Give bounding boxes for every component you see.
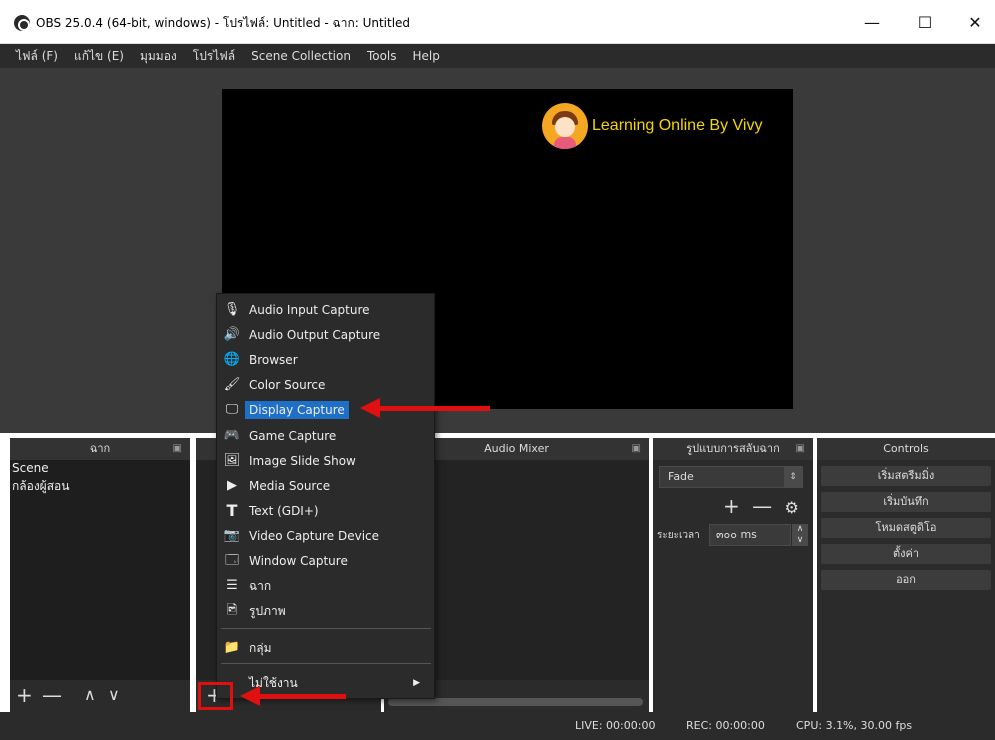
- minimize-button[interactable]: —: [852, 8, 892, 38]
- window-title: OBS 25.0.4 (64-bit, windows) - โปรไฟล์: …: [36, 16, 411, 30]
- move-down-icon[interactable]: ∨: [108, 684, 120, 706]
- menu-item-scene[interactable]: ☰ ฉาก: [217, 574, 434, 598]
- menu-item-text[interactable]: T Text (GDI+): [217, 499, 434, 523]
- settings-button[interactable]: ตั้งค่า: [821, 544, 991, 564]
- remove-scene-icon[interactable]: —: [42, 684, 62, 706]
- float-icon[interactable]: ▣: [632, 438, 641, 460]
- exit-button[interactable]: ออก: [821, 570, 991, 590]
- annotation-box-add-source: [198, 682, 233, 710]
- speaker-icon: 🔊: [223, 327, 241, 342]
- slideshow-icon: 🖼: [223, 453, 241, 468]
- list-icon: ☰: [226, 578, 238, 593]
- menu-separator: [221, 628, 431, 629]
- menu-item-audio-output-capture[interactable]: 🔊 Audio Output Capture: [217, 323, 434, 347]
- controls-body: เริ่มสตรีมมิ่ง เริ่มบันทึก โหมดสตูดิโอ ต…: [817, 460, 995, 712]
- microphone-icon: 🎙: [223, 302, 241, 317]
- scene-item[interactable]: กล้องผู้สอน: [10, 476, 190, 497]
- menu-item-image-slide-show[interactable]: 🖼 Image Slide Show: [217, 449, 434, 473]
- submenu-arrow-icon: ▶: [413, 678, 420, 688]
- window-icon: 🗔: [224, 553, 240, 568]
- move-up-icon[interactable]: ∧: [84, 684, 96, 706]
- overlay-banner: Learning Online By Vivy: [542, 103, 762, 149]
- chevron-updown-icon: ⇕: [784, 467, 802, 487]
- menu-file[interactable]: ไฟล์ (F): [0, 44, 66, 68]
- menu-item-color-source[interactable]: 🖌 Color Source: [217, 373, 434, 397]
- menu-item-media-source[interactable]: ▶ Media Source: [217, 474, 434, 498]
- cpu-status: CPU: 3.1%, 30.00 fps: [796, 719, 913, 732]
- transitions-header: รูปแบบการสลับฉาก ▣: [653, 438, 813, 460]
- image-icon: 🖻: [226, 603, 238, 618]
- duration-stepper-icon[interactable]: ∧ ∨: [792, 524, 808, 546]
- duration-value: ๓๐๐ ms: [716, 528, 757, 541]
- menu-item-game-capture[interactable]: 🎮 Game Capture: [217, 424, 434, 448]
- avatar-image: [542, 103, 588, 149]
- transitions-title: รูปแบบการสลับฉาก: [686, 442, 780, 455]
- start-recording-button[interactable]: เริ่มบันทึก: [821, 492, 991, 512]
- studio-mode-button[interactable]: โหมดสตูดิโอ: [821, 518, 991, 538]
- rec-status: REC: 00:00:00: [686, 719, 765, 732]
- scenes-dock-header: ฉาก ▣: [10, 438, 190, 460]
- preview-area: Learning Online By Vivy: [0, 68, 995, 433]
- obs-app-icon: [14, 15, 30, 31]
- scenes-toolbar: + — ∧ ∨: [10, 680, 190, 712]
- transitions-dock: รูปแบบการสลับฉาก ▣ Fade ⇕ + — ⚙ ระยะเวลา…: [653, 438, 813, 712]
- mixer-scrollbar[interactable]: [388, 698, 643, 706]
- add-source-menu: 🎙 Audio Input Capture 🔊 Audio Output Cap…: [216, 293, 435, 699]
- remove-transition-icon[interactable]: —: [752, 494, 772, 518]
- menu-profile[interactable]: โปรไฟล์: [185, 44, 243, 68]
- menu-scene-collection[interactable]: Scene Collection: [243, 44, 359, 68]
- controls-header: Controls: [817, 438, 995, 460]
- gamepad-icon: 🎮: [223, 428, 241, 443]
- title-bar: OBS 25.0.4 (64-bit, windows) - โปรไฟล์: …: [0, 0, 995, 44]
- add-transition-icon[interactable]: +: [723, 494, 740, 518]
- duration-label: ระยะเวลา: [657, 530, 700, 541]
- menu-help[interactable]: Help: [405, 44, 448, 68]
- overlay-text: Learning Online By Vivy: [592, 117, 763, 134]
- annotation-arrow-display-capture: [360, 398, 490, 418]
- brush-icon: 🖌: [223, 377, 241, 392]
- transition-select-value: Fade: [668, 470, 694, 483]
- maximize-button[interactable]: ☐: [905, 8, 945, 38]
- menu-item-group[interactable]: 📁 กลุ่ม: [217, 636, 434, 660]
- close-button[interactable]: ✕: [955, 8, 995, 38]
- transitions-body: Fade ⇕ + — ⚙ ระยะเวลา ๓๐๐ ms ∧ ∨: [653, 460, 813, 712]
- scenes-dock-title: ฉาก: [89, 442, 111, 455]
- menu-item-video-capture-device[interactable]: 📷 Video Capture Device: [217, 524, 434, 548]
- controls-title: Controls: [883, 442, 929, 455]
- transition-actions: + — ⚙: [723, 494, 799, 518]
- text-icon: T: [226, 501, 238, 520]
- float-icon[interactable]: ▣: [796, 438, 805, 460]
- menu-item-image[interactable]: 🖻 รูปภาพ: [217, 599, 434, 623]
- menu-separator: [221, 663, 431, 664]
- scenes-dock: ฉาก ▣ Scene กล้องผู้สอน + — ∧ ∨: [10, 438, 190, 712]
- live-status: LIVE: 00:00:00: [575, 719, 656, 732]
- menu-edit[interactable]: แก้ไข (E): [66, 44, 132, 68]
- folder-icon: 📁: [223, 640, 241, 655]
- globe-icon: 🌐: [223, 352, 241, 367]
- float-icon[interactable]: ▣: [173, 438, 182, 460]
- menu-item-window-capture[interactable]: 🗔 Window Capture: [217, 549, 434, 573]
- menu-view[interactable]: มุมมอง: [132, 44, 185, 68]
- menu-bar: ไฟล์ (F) แก้ไข (E) มุมมอง โปรไฟล์ Scene Coll…: [0, 44, 995, 68]
- annotation-arrow-add-source: [240, 686, 346, 706]
- start-streaming-button[interactable]: เริ่มสตรีมมิ่ง: [821, 466, 991, 486]
- menu-item-audio-input-capture[interactable]: 🎙 Audio Input Capture: [217, 298, 434, 322]
- transition-select[interactable]: Fade ⇕: [659, 466, 803, 488]
- status-bar: LIVE: 00:00:00 REC: 00:00:00 CPU: 3.1%, …: [0, 712, 995, 740]
- scene-item[interactable]: Scene: [10, 460, 190, 476]
- scene-list: Scene กล้องผู้สอน: [10, 460, 190, 680]
- audio-mixer-title: Audio Mixer: [484, 442, 549, 455]
- controls-dock: Controls เริ่มสตรีมมิ่ง เริ่มบันทึก โหมด…: [817, 438, 995, 712]
- duration-input[interactable]: ๓๐๐ ms ∧ ∨: [709, 524, 808, 546]
- play-icon: ▶: [227, 478, 237, 493]
- monitor-icon: 🖵: [225, 402, 239, 417]
- menu-item-browser[interactable]: 🌐 Browser: [217, 348, 434, 372]
- gear-icon[interactable]: ⚙: [784, 498, 798, 517]
- camera-icon: 📷: [223, 528, 241, 543]
- add-scene-icon[interactable]: +: [16, 684, 33, 706]
- menu-tools[interactable]: Tools: [359, 44, 405, 68]
